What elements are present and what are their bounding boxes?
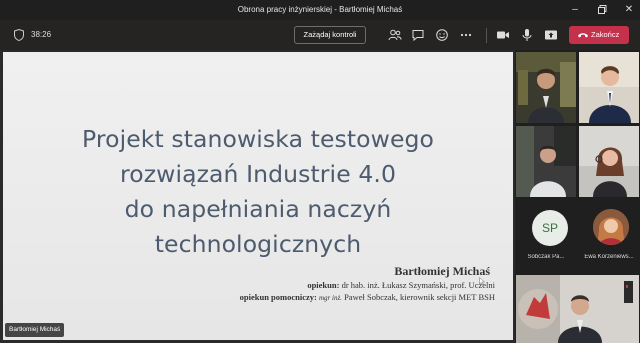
mouse-cursor-icon [479,277,485,285]
slide-author: Bartłomiej Michaś [394,264,490,278]
assistant-label: opiekun pomocniczy: [239,292,317,302]
participant-name: Sobczak Pa... [527,254,565,260]
presenter-name-badge: Bartłomiej Michaś [5,323,65,337]
shared-screen: Projekt stanowiska testowego rozwiązań I… [0,50,515,343]
toolbar-divider [486,28,487,43]
close-icon[interactable]: ✕ [621,3,637,17]
slide-assistant-supervisor: opiekun pomocniczy: mgr inż. Paweł Sobcz… [240,292,495,302]
mic-icon[interactable] [520,28,534,42]
window-titlebar: Obrona pracy inżynierskiej - Bartłomiej … [0,0,640,20]
supervisor-label: opiekun: [307,280,340,290]
camera-icon[interactable] [496,28,510,42]
participant-video-tile-large[interactable] [516,275,639,343]
avatar [593,209,629,245]
participant-video-tile[interactable] [516,52,576,123]
participant-avatar-tile[interactable]: SP Sobczak Pa... [516,201,576,272]
share-icon[interactable] [544,28,558,42]
meeting-toolbar: 38:26 Zażądaj kontroli Zakończ [0,20,640,50]
presentation-slide: Projekt stanowiska testowego rozwiązań I… [3,52,513,340]
people-icon[interactable] [388,28,402,42]
slide-title-line: technologicznych [154,230,362,258]
assistant-title: mgr inż. [318,294,342,302]
leave-button[interactable]: Zakończ [569,26,629,44]
supervisor-value: dr hab. inż. Łukasz Szymański, prof. Ucz… [341,280,495,290]
participant-gallery: SP Sobczak Pa... Ewa Korzeniews... [515,50,640,343]
leave-label: Zakończ [591,30,620,39]
assistant-value: Paweł Sobczak, kierownik sekcji MET BSH [344,292,495,302]
slide-title-line: rozwiązań Industrie 4.0 [120,160,396,188]
participant-video-tile[interactable] [579,52,639,123]
more-icon[interactable] [459,28,473,42]
minimize-icon[interactable]: – [567,3,583,17]
slide-supervisor: opiekun: dr hab. inż. Łukasz Szymański, … [307,280,495,290]
participant-video-tile[interactable] [516,126,576,197]
participant-name: Ewa Korzeniews... [584,254,634,260]
shield-icon [14,29,24,41]
meeting-timer: 38:26 [31,30,52,39]
request-control-button[interactable]: Zażądaj kontroli [294,26,366,44]
chat-icon[interactable] [411,28,425,42]
slide-title-line: do napełniania naczyń [124,195,392,223]
maximize-icon[interactable] [594,3,610,17]
participant-avatar-tile[interactable]: Ewa Korzeniews... [579,201,639,272]
avatar-initials: SP [532,210,568,246]
window-title: Obrona pracy inżynierskiej - Bartłomiej … [237,5,403,14]
participant-video-tile[interactable] [579,126,639,197]
reactions-icon[interactable] [435,28,449,42]
phone-icon [578,33,588,38]
slide-title-line: Projekt stanowiska testowego [81,125,435,153]
slide-title: Projekt stanowiska testowego rozwiązań I… [33,122,483,262]
